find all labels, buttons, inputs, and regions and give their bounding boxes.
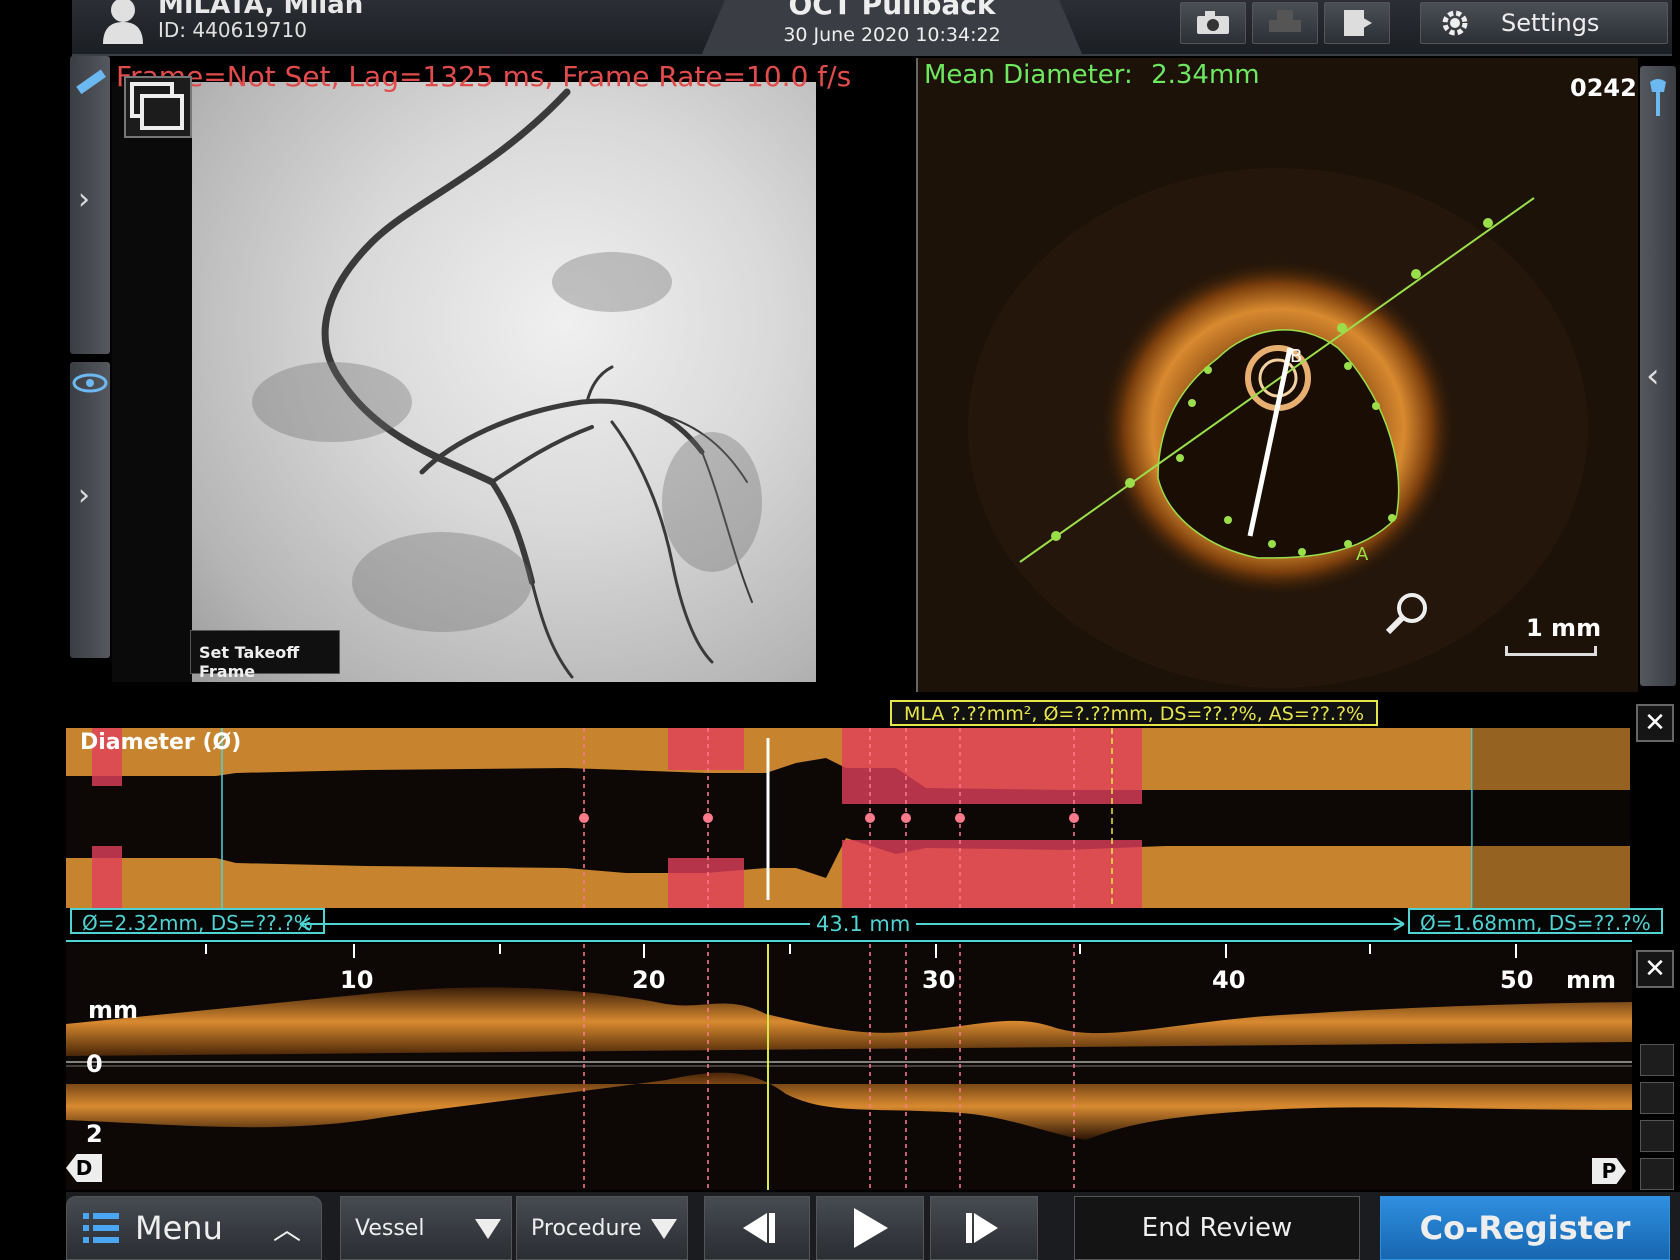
end-review-button[interactable]: End Review — [1074, 1196, 1360, 1260]
wrench-icon[interactable] — [1646, 78, 1670, 118]
pullback-track — [66, 940, 1632, 942]
mean-diameter-label: Mean Diameter: — [924, 60, 1133, 90]
camera-icon — [1197, 11, 1229, 34]
step-back-button[interactable] — [704, 1196, 810, 1260]
step-back-icon — [743, 1213, 775, 1243]
snapshot-button[interactable] — [1180, 2, 1246, 44]
right-reference-readout: Ø=1.68mm, DS=??.?% — [1408, 908, 1663, 935]
scale-label: 1 mm — [1526, 614, 1602, 642]
marker-a: A — [1356, 544, 1369, 565]
angio-tool-strip-bottom: › — [70, 362, 110, 658]
axis-tick-50: 50 — [1500, 966, 1534, 994]
diameter-plot[interactable] — [66, 728, 1630, 908]
frame-number: 0242 — [1570, 74, 1637, 102]
axis-unit: mm — [1566, 966, 1617, 994]
co-register-button[interactable]: Co-Register — [1380, 1196, 1670, 1260]
scale-bar — [1505, 646, 1597, 656]
top-header: MILATA, Milan ID: 440619710 OCT Pullback… — [72, 0, 1672, 56]
angiogram-image[interactable] — [192, 82, 816, 682]
list-icon — [83, 1213, 119, 1243]
segment-length: 43.1 mm — [810, 912, 917, 936]
exam-title-tab: OCT Pullback 30 June 2020 10:34:22 — [702, 0, 1082, 54]
print-button[interactable] — [1252, 2, 1318, 44]
marker-add-icon[interactable] — [1640, 1044, 1674, 1076]
marker-right-icon[interactable] — [1640, 1120, 1674, 1152]
marker-delete-icon[interactable] — [1640, 1158, 1674, 1190]
mean-diameter-readout: Mean Diameter: 2.34mm — [924, 60, 1260, 90]
collapse-chevron-icon[interactable]: ‹ — [1646, 356, 1660, 396]
expand-chevron-icon[interactable]: › — [78, 182, 90, 217]
vessel-label: Vessel — [355, 1215, 425, 1241]
export-icon — [1344, 10, 1372, 36]
settings-button[interactable]: Settings — [1420, 2, 1668, 44]
set-takeoff-frame-button[interactable]: Set Takeoff Frame — [190, 630, 340, 681]
play-button[interactable] — [816, 1196, 924, 1260]
axis-tick-40: 40 — [1212, 966, 1246, 994]
y-axis-unit: mm — [88, 996, 139, 1024]
angio-tool-strip-top: › — [70, 56, 110, 354]
y-tick-0: 0 — [86, 1050, 103, 1078]
menu-button[interactable]: Menu ︿ — [66, 1196, 322, 1260]
settings-label: Settings — [1501, 9, 1600, 37]
exam-title: OCT Pullback — [788, 0, 996, 21]
patient-id: ID: 440619710 — [158, 18, 307, 42]
menu-label: Menu — [135, 1209, 223, 1247]
axis-tick-20: 20 — [632, 966, 666, 994]
mean-diameter-value: 2.34mm — [1151, 60, 1260, 90]
left-reference-readout: Ø=2.32mm, DS=??.?% — [70, 908, 325, 935]
dropdown-arrow-icon — [475, 1219, 501, 1239]
marker-left-icon[interactable] — [1640, 1082, 1674, 1114]
close-diameter-plot-button[interactable]: ✕ — [1636, 704, 1674, 742]
axis-tick-30: 30 — [922, 966, 956, 994]
export-button[interactable] — [1324, 2, 1390, 44]
longitudinal-view[interactable] — [66, 944, 1632, 1190]
vessel-dropdown[interactable]: Vessel — [340, 1196, 512, 1260]
patient-avatar-icon — [103, 0, 143, 44]
diameter-plot-title: Diameter (Ø) — [80, 730, 242, 755]
eye-icon[interactable] — [72, 372, 108, 394]
axis-tick-10: 10 — [340, 966, 374, 994]
close-longitudinal-button[interactable]: ✕ — [1636, 950, 1674, 988]
oct-cross-section-view[interactable]: B A — [916, 58, 1638, 692]
ruler-icon[interactable] — [74, 66, 106, 98]
window-layout-icon[interactable] — [124, 76, 192, 138]
oct-tool-strip: ‹ — [1640, 66, 1676, 686]
dropdown-arrow-icon — [651, 1219, 677, 1239]
step-forward-icon — [966, 1213, 998, 1243]
play-icon — [854, 1208, 888, 1248]
chevron-up-icon: ︿ — [272, 1213, 301, 1246]
y-tick-2: 2 — [86, 1120, 103, 1148]
gear-icon — [1442, 10, 1468, 36]
expand-chevron-icon[interactable]: › — [78, 478, 90, 513]
mla-readout: MLA ?.??mm², Ø=?.??mm, DS=??.?%, AS=??.?… — [890, 700, 1379, 726]
print-icon — [1269, 10, 1301, 32]
angio-margin — [112, 82, 196, 682]
marker-b: B — [1290, 346, 1302, 367]
procedure-dropdown[interactable]: Procedure — [516, 1196, 688, 1260]
patient-name: MILATA, Milan — [158, 0, 364, 20]
exam-date: 30 June 2020 10:34:22 — [783, 24, 1001, 46]
angio-frame-info: Frame=Not Set, Lag=1325 ms, Frame Rate=1… — [116, 60, 852, 93]
procedure-label: Procedure — [531, 1215, 642, 1241]
step-forward-button[interactable] — [930, 1196, 1038, 1260]
